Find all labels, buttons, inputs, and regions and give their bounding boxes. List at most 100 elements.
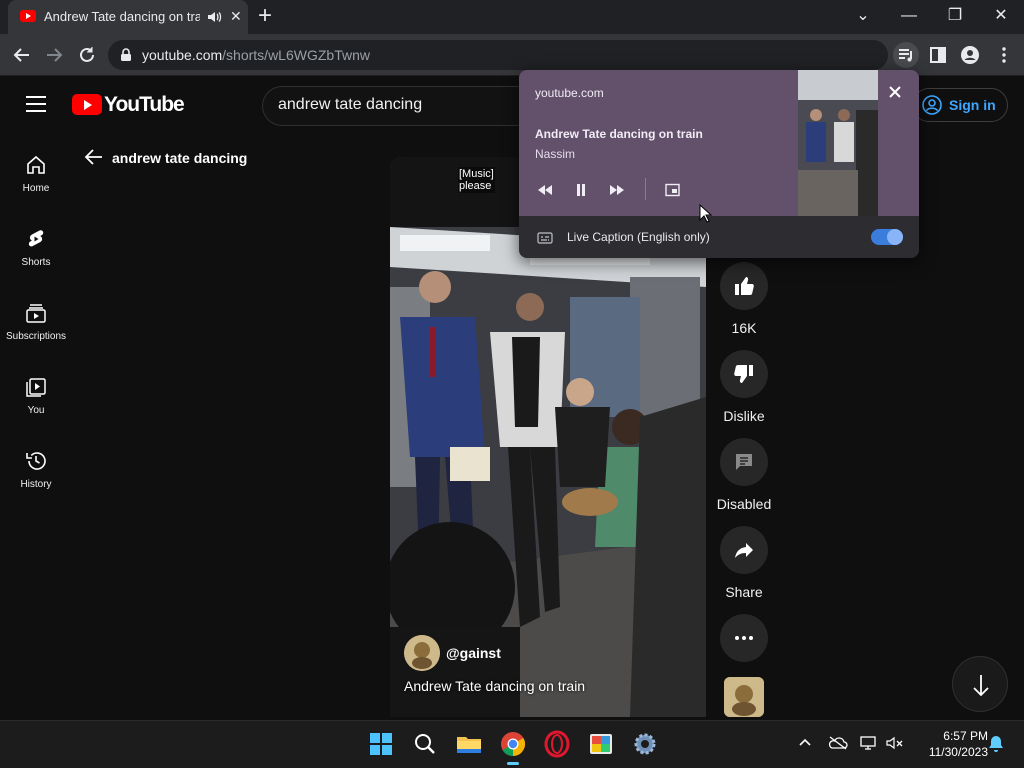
more-horizontal-icon	[735, 636, 753, 640]
media-control-icon[interactable]	[893, 42, 919, 68]
live-caption-toggle[interactable]	[871, 229, 903, 245]
nav-item-home[interactable]: Home	[0, 153, 72, 223]
nav-item-history[interactable]: History	[0, 449, 72, 519]
minimize-button[interactable]: —	[897, 6, 921, 26]
nav-label-subscriptions: Subscriptions	[5, 331, 67, 342]
nav-label-history: History	[20, 479, 52, 490]
more-actions-circle[interactable]	[720, 614, 768, 662]
media-title: Andrew Tate dancing on train	[535, 127, 703, 141]
account-icon	[921, 94, 943, 116]
back-arrow-icon	[84, 147, 104, 167]
media-controls-divider	[645, 178, 646, 200]
pause-icon[interactable]	[572, 183, 590, 197]
new-tab-button[interactable]: +	[258, 4, 272, 28]
live-caption-label: Live Caption (English only)	[567, 230, 710, 244]
back-arrow-icon[interactable]	[11, 44, 33, 66]
nav-label-you: You	[27, 405, 45, 416]
media-artist: Nassim	[535, 147, 576, 161]
search-input[interactable]: andrew tate dancing	[262, 86, 542, 126]
thumbs-up-icon	[735, 277, 754, 295]
share-button[interactable]: Share	[719, 526, 769, 600]
media-now-playing: youtube.com Andrew Tate dancing on train…	[519, 70, 919, 216]
tab-search-chevron-icon[interactable]: ⌄	[851, 6, 875, 26]
search-icon[interactable]	[411, 730, 439, 758]
dislike-button[interactable]: Dislike	[719, 350, 769, 424]
more-menu-icon[interactable]	[993, 44, 1015, 66]
channel-avatar[interactable]	[404, 635, 440, 671]
mouse-cursor-icon	[699, 204, 713, 224]
volume-muted-icon[interactable]	[886, 736, 904, 750]
youtube-play-logo-icon	[72, 94, 102, 115]
chrome-icon[interactable]	[499, 730, 527, 765]
comments-label: Disabled	[716, 496, 772, 512]
media-control-popup: youtube.com Andrew Tate dancing on train…	[519, 70, 919, 258]
dislike-circle[interactable]	[720, 350, 768, 398]
caption-line-1: [Music]	[459, 168, 494, 180]
taskbar-time[interactable]: 6:57 PM	[924, 729, 988, 743]
lock-icon[interactable]	[120, 48, 132, 62]
like-circle[interactable]	[720, 262, 768, 310]
network-icon[interactable]	[860, 736, 878, 750]
notification-bell-icon[interactable]	[988, 735, 1004, 753]
arrow-down-icon	[973, 675, 989, 697]
url-path: /shorts/wL6WGZbTwnw	[222, 47, 370, 63]
youtube-wordmark: YouTube	[104, 93, 185, 116]
settings-gear-icon[interactable]	[631, 730, 659, 758]
video-caption-overlay: [Music] please	[458, 167, 495, 193]
thumbs-down-icon	[734, 365, 753, 383]
guide-menu-icon[interactable]	[26, 96, 46, 112]
seek-forward-icon[interactable]	[608, 183, 626, 197]
more-actions-button[interactable]	[719, 614, 769, 662]
window-close-button[interactable]: ✕	[989, 6, 1013, 26]
reload-icon[interactable]	[76, 44, 98, 66]
share-circle[interactable]	[720, 526, 768, 574]
forward-arrow-icon[interactable]	[43, 44, 65, 66]
profile-icon[interactable]	[959, 44, 981, 66]
channel-name[interactable]: @gainst	[446, 645, 501, 661]
shorts-icon	[24, 227, 48, 251]
comments-circle[interactable]	[720, 438, 768, 486]
picture-in-picture-icon[interactable]	[664, 183, 682, 197]
sign-in-button[interactable]: Sign in	[912, 88, 1008, 122]
side-panel-icon[interactable]	[927, 44, 949, 66]
next-video-button[interactable]	[952, 656, 1008, 712]
like-button[interactable]: 16K	[719, 262, 769, 336]
opera-icon[interactable]	[543, 730, 571, 758]
sign-in-label: Sign in	[949, 97, 996, 113]
nav-item-shorts[interactable]: Shorts	[0, 227, 72, 297]
caption-line-2: please	[459, 180, 492, 192]
back-label: andrew tate dancing	[112, 150, 248, 166]
browser-tab[interactable]: Andrew Tate dancing on train ✕	[8, 0, 248, 34]
dislike-label: Dislike	[723, 408, 765, 424]
nav-item-you[interactable]: You	[0, 375, 72, 445]
share-arrow-icon	[735, 543, 753, 558]
sound-thumbnail[interactable]	[724, 677, 764, 717]
nav-label-home: Home	[22, 183, 50, 194]
address-bar[interactable]: youtube.com/shorts/wL6WGZbTwnw	[108, 40, 888, 70]
show-hidden-icons-chevron-icon[interactable]	[798, 736, 812, 750]
nav-item-subscriptions[interactable]: Subscriptions	[0, 301, 72, 371]
audio-playing-icon[interactable]	[206, 9, 222, 25]
windows-start-icon[interactable]	[367, 730, 395, 758]
nav-label-shorts: Shorts	[21, 257, 51, 268]
restore-button[interactable]: ❐	[943, 6, 967, 26]
share-label: Share	[725, 584, 763, 600]
comments-button[interactable]: Disabled	[717, 438, 771, 512]
history-icon	[24, 449, 48, 473]
video-title[interactable]: Andrew Tate dancing on train	[404, 678, 585, 694]
taskbar-date[interactable]: 11/30/2023	[910, 745, 988, 759]
home-icon	[24, 153, 48, 177]
tab-strip: Andrew Tate dancing on train ✕ + ⌄ — ❐ ✕	[0, 0, 1024, 34]
onedrive-icon[interactable]	[828, 736, 848, 750]
media-close-icon[interactable]	[885, 82, 905, 102]
seek-backward-icon[interactable]	[536, 183, 554, 197]
comment-icon	[736, 454, 752, 470]
file-explorer-icon[interactable]	[455, 730, 483, 758]
url-host: youtube.com	[142, 47, 223, 63]
url-text: youtube.com/shorts/wL6WGZbTwnw	[142, 47, 370, 63]
live-caption-icon	[537, 231, 553, 245]
paint-app-icon[interactable]	[587, 730, 615, 758]
tab-close-icon[interactable]: ✕	[230, 8, 242, 25]
media-origin: youtube.com	[535, 86, 604, 100]
you-icon	[24, 375, 48, 399]
